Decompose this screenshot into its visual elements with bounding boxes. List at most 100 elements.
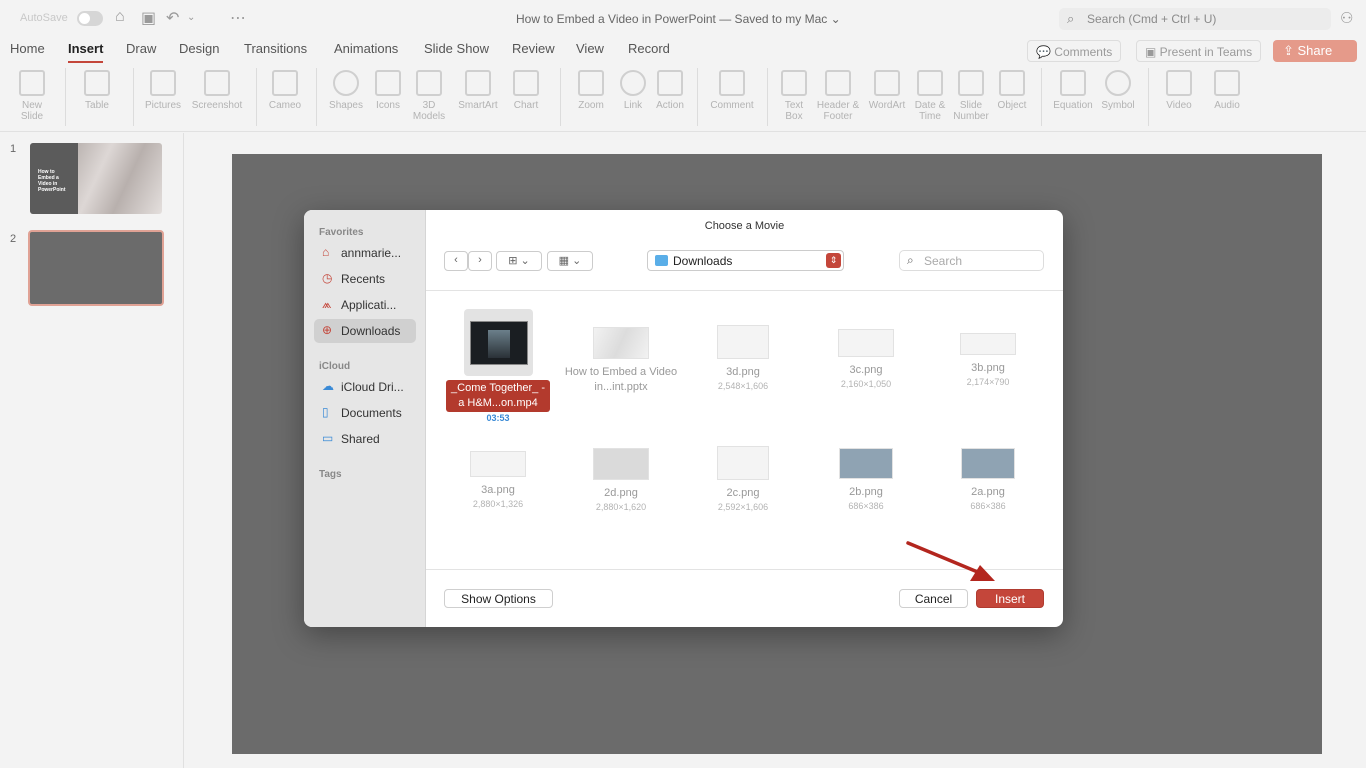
undo-icon[interactable]: ↶ xyxy=(166,8,179,28)
sidebar-item-documents[interactable]: ▯ Documents xyxy=(314,401,416,425)
undo-dropdown-icon[interactable]: ⌄ xyxy=(187,12,195,23)
file-item[interactable]: 2a.png 686×386 xyxy=(928,448,1048,511)
table-button[interactable]: Table xyxy=(78,70,116,111)
file-name: How to Embed a Video in...int.pptx xyxy=(564,366,678,393)
header-footer-label: Header & Footer xyxy=(816,100,860,122)
action-button[interactable]: Action xyxy=(652,70,688,111)
tab-animations[interactable]: Animations xyxy=(334,41,398,56)
file-dimensions: 2,880×1,326 xyxy=(472,499,524,509)
header-footer-button[interactable]: Header & Footer xyxy=(814,70,862,122)
slide-thumbnail-1[interactable]: How to Embed a Video in PowerPoint xyxy=(30,143,162,214)
video-button[interactable]: Video xyxy=(1160,70,1198,111)
audio-button[interactable]: Audio xyxy=(1208,70,1246,111)
present-in-teams-button[interactable]: ▣ Present in Teams xyxy=(1136,40,1262,62)
file-thumbnail xyxy=(838,329,894,357)
3d-models-button[interactable]: 3D Models xyxy=(410,70,448,122)
sidebar-item-icloud-drive[interactable]: ☁ iCloud Dri... xyxy=(314,375,416,399)
present-label: Present in Teams xyxy=(1159,45,1253,59)
text-box-button[interactable]: Text Box xyxy=(776,70,812,122)
file-name: 3a.png xyxy=(481,484,515,496)
account-icon[interactable]: ⚇ xyxy=(1340,9,1353,27)
autosave-toggle[interactable] xyxy=(77,11,103,26)
comment-button[interactable]: Comment xyxy=(706,70,758,111)
location-select[interactable]: Downloads ⇕ xyxy=(647,250,844,271)
file-item[interactable]: _Come Together_ - a H&M...on.mp4 03:53 xyxy=(438,376,558,423)
date-time-label: Date & Time xyxy=(914,100,946,122)
autosave-label: AutoSave xyxy=(20,12,68,24)
tab-design[interactable]: Design xyxy=(179,41,219,56)
search-placeholder: Search (Cmd + Ctrl + U) xyxy=(1087,12,1217,26)
share-button[interactable]: ⇪ Share xyxy=(1273,40,1357,62)
file-item[interactable]: 3c.png 2,160×1,050 xyxy=(806,329,926,389)
tab-view[interactable]: View xyxy=(576,41,604,56)
file-item[interactable]: 3d.png 2,548×1,606 xyxy=(683,325,803,391)
pictures-button[interactable]: Pictures xyxy=(140,70,186,111)
tab-review[interactable]: Review xyxy=(512,41,555,56)
document-title[interactable]: How to Embed a Video in PowerPoint — Sav… xyxy=(516,12,841,26)
icons-button[interactable]: Icons xyxy=(370,70,406,111)
header-footer-icon xyxy=(825,70,851,96)
shapes-label: Shapes xyxy=(329,100,363,111)
divider xyxy=(767,68,768,126)
forward-button[interactable]: › xyxy=(468,251,492,271)
file-item[interactable]: 2c.png 2,592×1,606 xyxy=(683,446,803,512)
zoom-button[interactable]: Zoom xyxy=(572,70,610,111)
slide-thumbnail-2[interactable] xyxy=(28,230,164,306)
file-item[interactable]: 2b.png 686×386 xyxy=(806,448,926,511)
tab-transitions[interactable]: Transitions xyxy=(244,41,307,56)
sidebar-item-shared[interactable]: ▭ Shared xyxy=(314,427,416,451)
group-view-button[interactable]: ▦ ⌄ xyxy=(547,251,593,271)
chart-button[interactable]: Chart xyxy=(508,70,544,111)
table-icon xyxy=(84,70,110,96)
tab-record[interactable]: Record xyxy=(628,41,670,56)
cameo-button[interactable]: Cameo xyxy=(264,70,306,111)
table-label: Table xyxy=(85,100,109,111)
file-item[interactable]: 3b.png 2,174×790 xyxy=(928,333,1048,387)
sidebar-item-downloads[interactable]: ⊕ Downloads xyxy=(314,319,416,343)
save-icon[interactable]: ▣ xyxy=(141,8,156,28)
house-icon: ⌂ xyxy=(322,245,330,259)
updown-chevron-icon: ⇕ xyxy=(826,253,841,268)
annotation-arrow-icon xyxy=(906,541,995,581)
slide-number-button[interactable]: Slide Number xyxy=(952,70,990,122)
smartart-button[interactable]: SmartArt xyxy=(454,70,502,111)
file-item[interactable]: How to Embed a Video in...int.pptx xyxy=(561,327,681,395)
equation-label: Equation xyxy=(1053,100,1093,111)
icons-label: Icons xyxy=(376,100,400,111)
file-dimensions: 686×386 xyxy=(970,501,1006,511)
tab-home[interactable]: Home xyxy=(10,41,45,56)
tab-slide-show[interactable]: Slide Show xyxy=(424,41,489,56)
sidebar-item-applications[interactable]: ⩕ Applicati... xyxy=(314,293,416,317)
wordart-button[interactable]: WordArt xyxy=(864,70,910,111)
file-item[interactable]: 2d.png 2,880×1,620 xyxy=(561,448,681,512)
show-options-button[interactable]: Show Options xyxy=(444,589,553,608)
object-button[interactable]: Object xyxy=(994,70,1030,111)
tab-insert[interactable]: Insert xyxy=(68,41,104,63)
sidebar-item-recents[interactable]: ◷ Recents xyxy=(314,267,416,291)
search-bar[interactable]: ⌕ Search (Cmd + Ctrl + U) xyxy=(1059,8,1331,30)
dialog-search-input[interactable]: ⌕ Search xyxy=(899,250,1044,271)
more-icon[interactable]: ⋯ xyxy=(230,8,246,28)
icon-view-button[interactable]: ⊞ ⌄ xyxy=(496,251,542,271)
screenshot-button[interactable]: Screenshot xyxy=(188,70,246,111)
object-icon xyxy=(999,70,1025,96)
pictures-label: Pictures xyxy=(144,100,182,111)
date-time-button[interactable]: Date & Time xyxy=(912,70,948,122)
comments-button[interactable]: 💬 Comments xyxy=(1027,40,1122,62)
pi-icon xyxy=(1060,70,1086,96)
equation-button[interactable]: Equation xyxy=(1050,70,1096,111)
sidebar-item-home[interactable]: ⌂ annmarie... xyxy=(314,241,416,265)
sidebar-item-label: Shared xyxy=(341,432,380,446)
cameo-icon xyxy=(272,70,298,96)
file-thumbnail xyxy=(593,327,649,359)
symbol-button[interactable]: Symbol xyxy=(1098,70,1138,111)
new-slide-button[interactable]: New Slide xyxy=(12,70,52,122)
favorites-heading: Favorites xyxy=(319,227,364,238)
file-item[interactable]: 3a.png 2,880×1,326 xyxy=(438,451,558,509)
home-icon[interactable]: ⌂ xyxy=(115,8,125,26)
back-button[interactable]: ‹ xyxy=(444,251,468,271)
link-button[interactable]: Link xyxy=(616,70,650,111)
tab-draw[interactable]: Draw xyxy=(126,41,156,56)
shapes-button[interactable]: Shapes xyxy=(326,70,366,111)
file-thumbnail xyxy=(961,448,1015,479)
